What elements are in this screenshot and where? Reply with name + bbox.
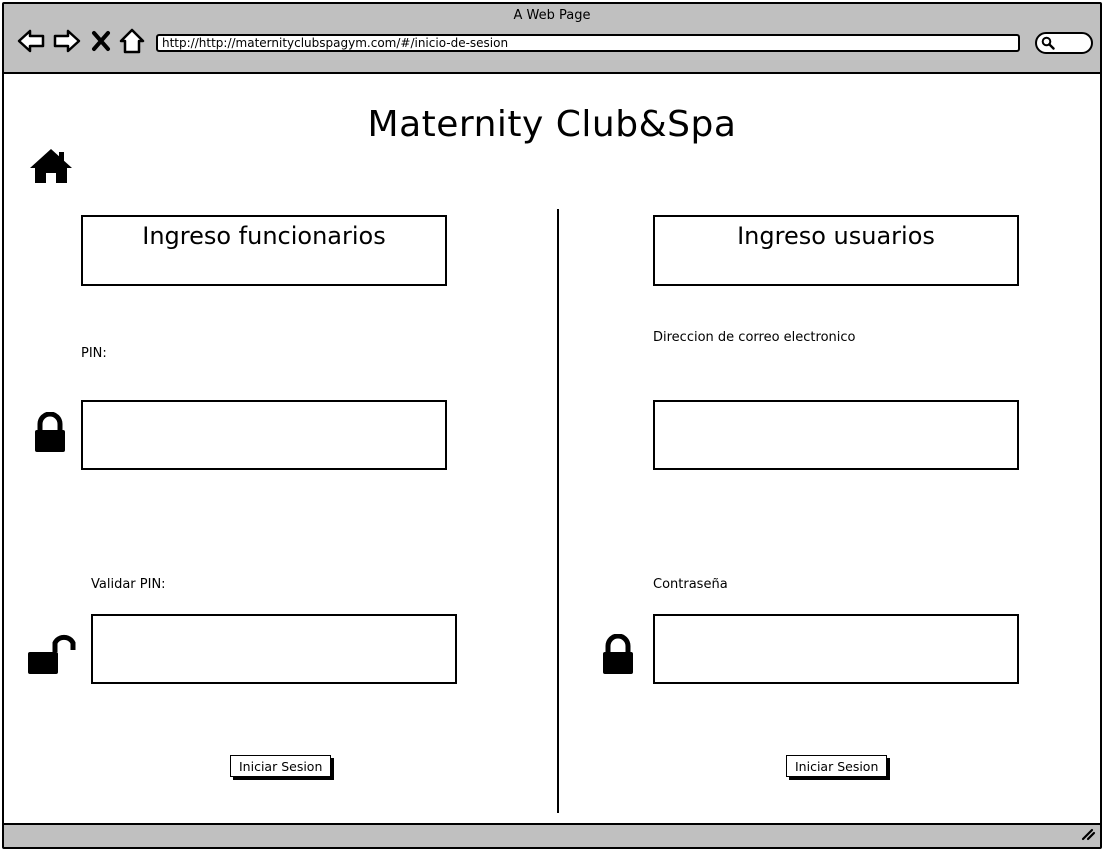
email-input[interactable]	[653, 400, 1019, 470]
email-label: Direccion de correo electronico	[653, 330, 856, 345]
home-icon[interactable]	[28, 146, 74, 190]
password-label: Contraseña	[653, 577, 728, 592]
page-title: Maternity Club&Spa	[367, 104, 737, 145]
browser-window: A Web Page http://http://maternityclubsp…	[2, 2, 1102, 849]
validate-pin-label: Validar PIN:	[91, 577, 166, 592]
search-icon	[1041, 36, 1055, 50]
section-divider	[557, 209, 559, 813]
staff-login-header: Ingreso funcionarios	[81, 215, 447, 286]
lock-icon	[600, 633, 636, 680]
browser-toolbar: A Web Page http://http://maternityclubsp…	[4, 4, 1100, 74]
user-login-header: Ingreso usuarios	[653, 215, 1019, 286]
password-input[interactable]	[653, 614, 1019, 684]
validate-pin-input[interactable]	[91, 614, 457, 684]
status-bar	[4, 823, 1100, 847]
user-login-button[interactable]: Iniciar Sesion	[786, 755, 888, 777]
close-icon[interactable]	[90, 26, 112, 56]
unlock-icon	[26, 632, 76, 680]
staff-login-title: Ingreso funcionarios	[142, 222, 386, 250]
forward-arrow-icon[interactable]	[52, 26, 82, 56]
resize-grip-icon[interactable]	[1080, 825, 1096, 845]
user-login-title: Ingreso usuarios	[737, 222, 935, 250]
pin-label: PIN:	[81, 346, 107, 361]
staff-login-button[interactable]: Iniciar Sesion	[230, 755, 332, 777]
back-arrow-icon[interactable]	[16, 26, 46, 56]
lock-icon	[32, 411, 68, 458]
url-bar[interactable]: http://http://maternityclubspagym.com/#/…	[156, 34, 1020, 52]
window-title: A Web Page	[513, 8, 591, 23]
home-nav-icon[interactable]	[118, 26, 146, 56]
search-box[interactable]	[1035, 32, 1093, 54]
pin-input[interactable]	[81, 400, 447, 470]
